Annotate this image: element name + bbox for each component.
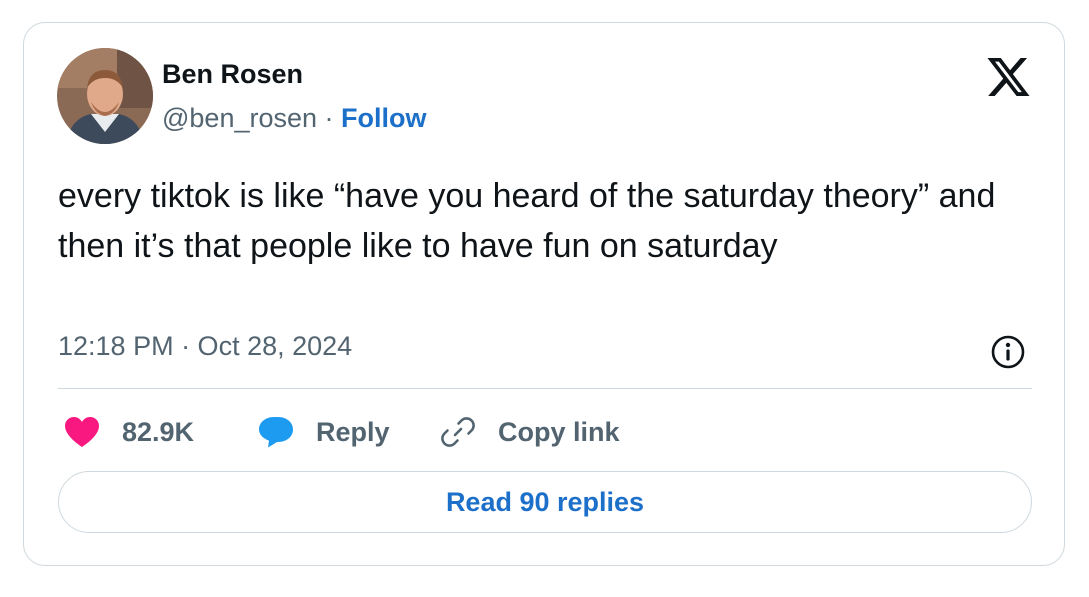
copy-link-button[interactable]: Copy link	[440, 411, 620, 453]
author-avatar[interactable]	[57, 48, 153, 144]
divider	[58, 388, 1032, 389]
reply-button[interactable]: Reply	[258, 411, 390, 453]
handle-line: @ben_rosen · Follow	[162, 103, 427, 134]
handle-separator: ·	[324, 103, 334, 133]
heart-icon	[65, 417, 99, 447]
read-replies-label: Read 90 replies	[445, 486, 645, 517]
tweet-card: Ben Rosen @ben_rosen · Follow every tikt…	[23, 22, 1065, 566]
follow-link[interactable]: Follow	[341, 103, 426, 133]
read-replies-button[interactable]: Read 90 replies	[58, 471, 1032, 533]
link-icon	[441, 417, 475, 447]
author-handle[interactable]: @ben_rosen	[162, 103, 317, 133]
author-name[interactable]: Ben Rosen	[162, 59, 303, 90]
tweet-timestamp[interactable]: 12:18 PM · Oct 28, 2024	[58, 331, 352, 362]
reply-label: Reply	[316, 416, 390, 447]
copy-link-label: Copy link	[498, 416, 620, 447]
info-icon[interactable]	[990, 334, 1026, 370]
like-count: 82.9K	[122, 416, 195, 447]
speech-bubble-icon	[259, 417, 293, 448]
x-logo-icon[interactable]	[987, 58, 1030, 96]
like-button[interactable]: 82.9K	[64, 411, 194, 453]
avatar-photo	[57, 48, 153, 144]
tweet-text: every tiktok is like “have you heard of …	[58, 177, 996, 265]
